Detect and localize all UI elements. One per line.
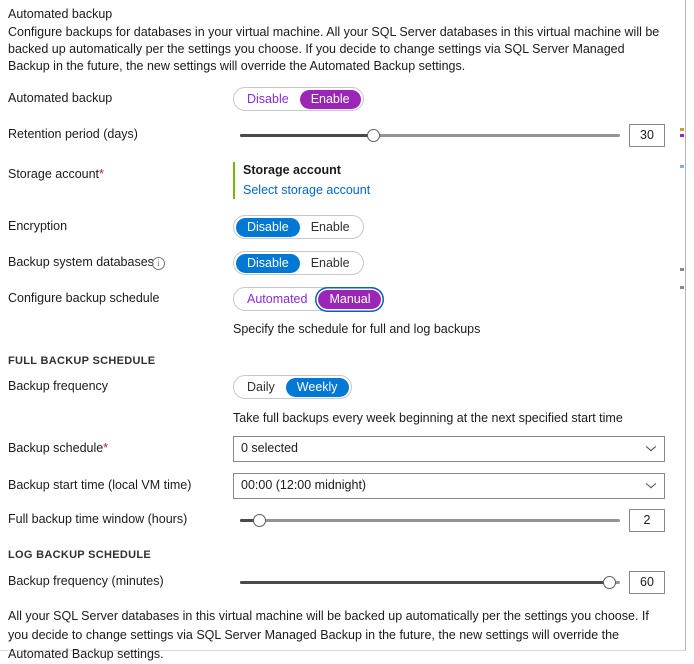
backup-system-databases-option-enable[interactable]: Enable bbox=[300, 254, 361, 273]
row-storage-account: Storage account* Storage account Select … bbox=[0, 162, 686, 208]
row-full-backup-time-window: Full backup time window (hours) 2 bbox=[0, 507, 686, 535]
row-backup-system-databases: Backup system databases i Disable Enable bbox=[0, 250, 686, 278]
required-marker-schedule: * bbox=[103, 441, 109, 455]
label-log-backup-frequency: Backup frequency (minutes) bbox=[8, 574, 164, 588]
log-backup-frequency-slider[interactable] bbox=[240, 569, 620, 597]
row-backup-start-time: Backup start time (local VM time) 00:00 … bbox=[0, 473, 686, 501]
label-configure-backup-schedule: Configure backup schedule bbox=[8, 291, 160, 305]
row-log-backup-frequency: Backup frequency (minutes) 60 bbox=[0, 569, 686, 597]
backup-system-databases-toggle[interactable]: Disable Enable bbox=[233, 251, 364, 275]
automated-backup-option-disable[interactable]: Disable bbox=[236, 90, 300, 109]
row-automated-backup: Automated backup Disable Enable bbox=[0, 86, 686, 114]
label-backup-start-time: Backup start time (local VM time) bbox=[8, 478, 192, 492]
label-automated-backup: Automated backup bbox=[8, 91, 113, 105]
section-header-full-backup: FULL BACKUP SCHEDULE bbox=[8, 355, 156, 367]
configure-schedule-option-manual[interactable]: Manual bbox=[318, 289, 382, 309]
row-backup-frequency: Backup frequency Daily Weekly bbox=[0, 374, 686, 402]
slider-thumb[interactable] bbox=[367, 129, 380, 142]
scroll-tick-mark bbox=[680, 268, 684, 271]
configure-schedule-helper: Specify the schedule for full and log ba… bbox=[233, 322, 481, 336]
label-encryption: Encryption bbox=[8, 219, 68, 233]
label-storage-account: Storage account* bbox=[8, 167, 104, 181]
backup-system-databases-option-disable[interactable]: Disable bbox=[236, 253, 300, 273]
label-full-backup-time-window: Full backup time window (hours) bbox=[8, 512, 188, 526]
backup-frequency-helper: Take full backups every week beginning a… bbox=[233, 411, 623, 425]
chevron-down-icon-start-time bbox=[646, 482, 656, 492]
info-icon[interactable]: i bbox=[152, 257, 165, 270]
scroll-tick-mark bbox=[680, 128, 684, 131]
encryption-toggle[interactable]: Disable Enable bbox=[233, 215, 364, 239]
storage-account-heading: Storage account bbox=[243, 163, 341, 177]
section-header-log-backup: LOG BACKUP SCHEDULE bbox=[8, 549, 152, 561]
slider-track-window bbox=[240, 519, 620, 522]
configure-schedule-option-automated[interactable]: Automated bbox=[236, 290, 318, 309]
slider-thumb-window[interactable] bbox=[253, 514, 266, 527]
backup-schedule-value: 0 selected bbox=[241, 441, 298, 455]
required-marker: * bbox=[99, 167, 104, 181]
scroll-tick-mark bbox=[680, 286, 684, 289]
label-backup-system-databases: Backup system databases bbox=[8, 255, 154, 269]
label-storage-account-text: Storage account bbox=[8, 167, 100, 181]
label-backup-frequency: Backup frequency bbox=[8, 379, 109, 393]
panel-intro: Automated backup Configure backups for d… bbox=[8, 6, 668, 75]
configure-backup-schedule-toggle[interactable]: Automated Manual bbox=[233, 287, 385, 311]
row-encryption: Encryption Disable Enable bbox=[0, 214, 686, 242]
full-backup-time-window-slider[interactable] bbox=[240, 507, 620, 535]
panel-description: Configure backups for databases in your … bbox=[8, 25, 660, 73]
scroll-tick-mark bbox=[680, 165, 684, 168]
automated-backup-option-enable[interactable]: Enable bbox=[299, 89, 361, 109]
row-retention-period: Retention period (days) 30 bbox=[0, 122, 686, 150]
slider-fill bbox=[240, 134, 373, 137]
label-retention-period: Retention period (days) bbox=[8, 127, 138, 141]
backup-frequency-option-weekly[interactable]: Weekly bbox=[285, 377, 349, 397]
backup-start-time-dropdown[interactable]: 00:00 (12:00 midnight) bbox=[233, 473, 665, 499]
automated-backup-toggle[interactable]: Disable Enable bbox=[233, 87, 364, 111]
backup-frequency-option-daily[interactable]: Daily bbox=[236, 378, 286, 397]
scroll-tick-mark bbox=[680, 134, 684, 137]
select-storage-account-link[interactable]: Select storage account bbox=[243, 181, 533, 199]
log-backup-frequency-value[interactable]: 60 bbox=[629, 571, 665, 594]
automated-backup-panel: Automated backup Configure backups for d… bbox=[0, 0, 686, 661]
label-backup-schedule: Backup schedule* bbox=[8, 441, 108, 455]
storage-account-block: Storage account Select storage account bbox=[233, 162, 533, 199]
slider-fill-log bbox=[240, 581, 609, 584]
backup-schedule-dropdown[interactable]: 0 selected bbox=[233, 436, 665, 462]
retention-period-slider[interactable] bbox=[240, 122, 620, 150]
right-gutter bbox=[686, 0, 694, 652]
panel-footer: All your SQL Server databases in this vi… bbox=[8, 609, 649, 661]
backup-frequency-toggle[interactable]: Daily Weekly bbox=[233, 375, 352, 399]
retention-period-value[interactable]: 30 bbox=[629, 124, 665, 147]
page-title: Automated backup bbox=[8, 7, 113, 21]
row-configure-backup-schedule: Configure backup schedule Automated Manu… bbox=[0, 286, 686, 314]
label-backup-schedule-text: Backup schedule bbox=[8, 441, 104, 455]
row-backup-schedule: Backup schedule* 0 selected bbox=[0, 436, 686, 464]
backup-start-time-value: 00:00 (12:00 midnight) bbox=[241, 478, 367, 492]
full-backup-time-window-value[interactable]: 2 bbox=[629, 509, 665, 532]
slider-thumb-log[interactable] bbox=[602, 576, 616, 589]
chevron-down-icon bbox=[646, 445, 656, 455]
encryption-option-disable[interactable]: Disable bbox=[236, 217, 300, 237]
encryption-option-enable[interactable]: Enable bbox=[300, 218, 361, 237]
